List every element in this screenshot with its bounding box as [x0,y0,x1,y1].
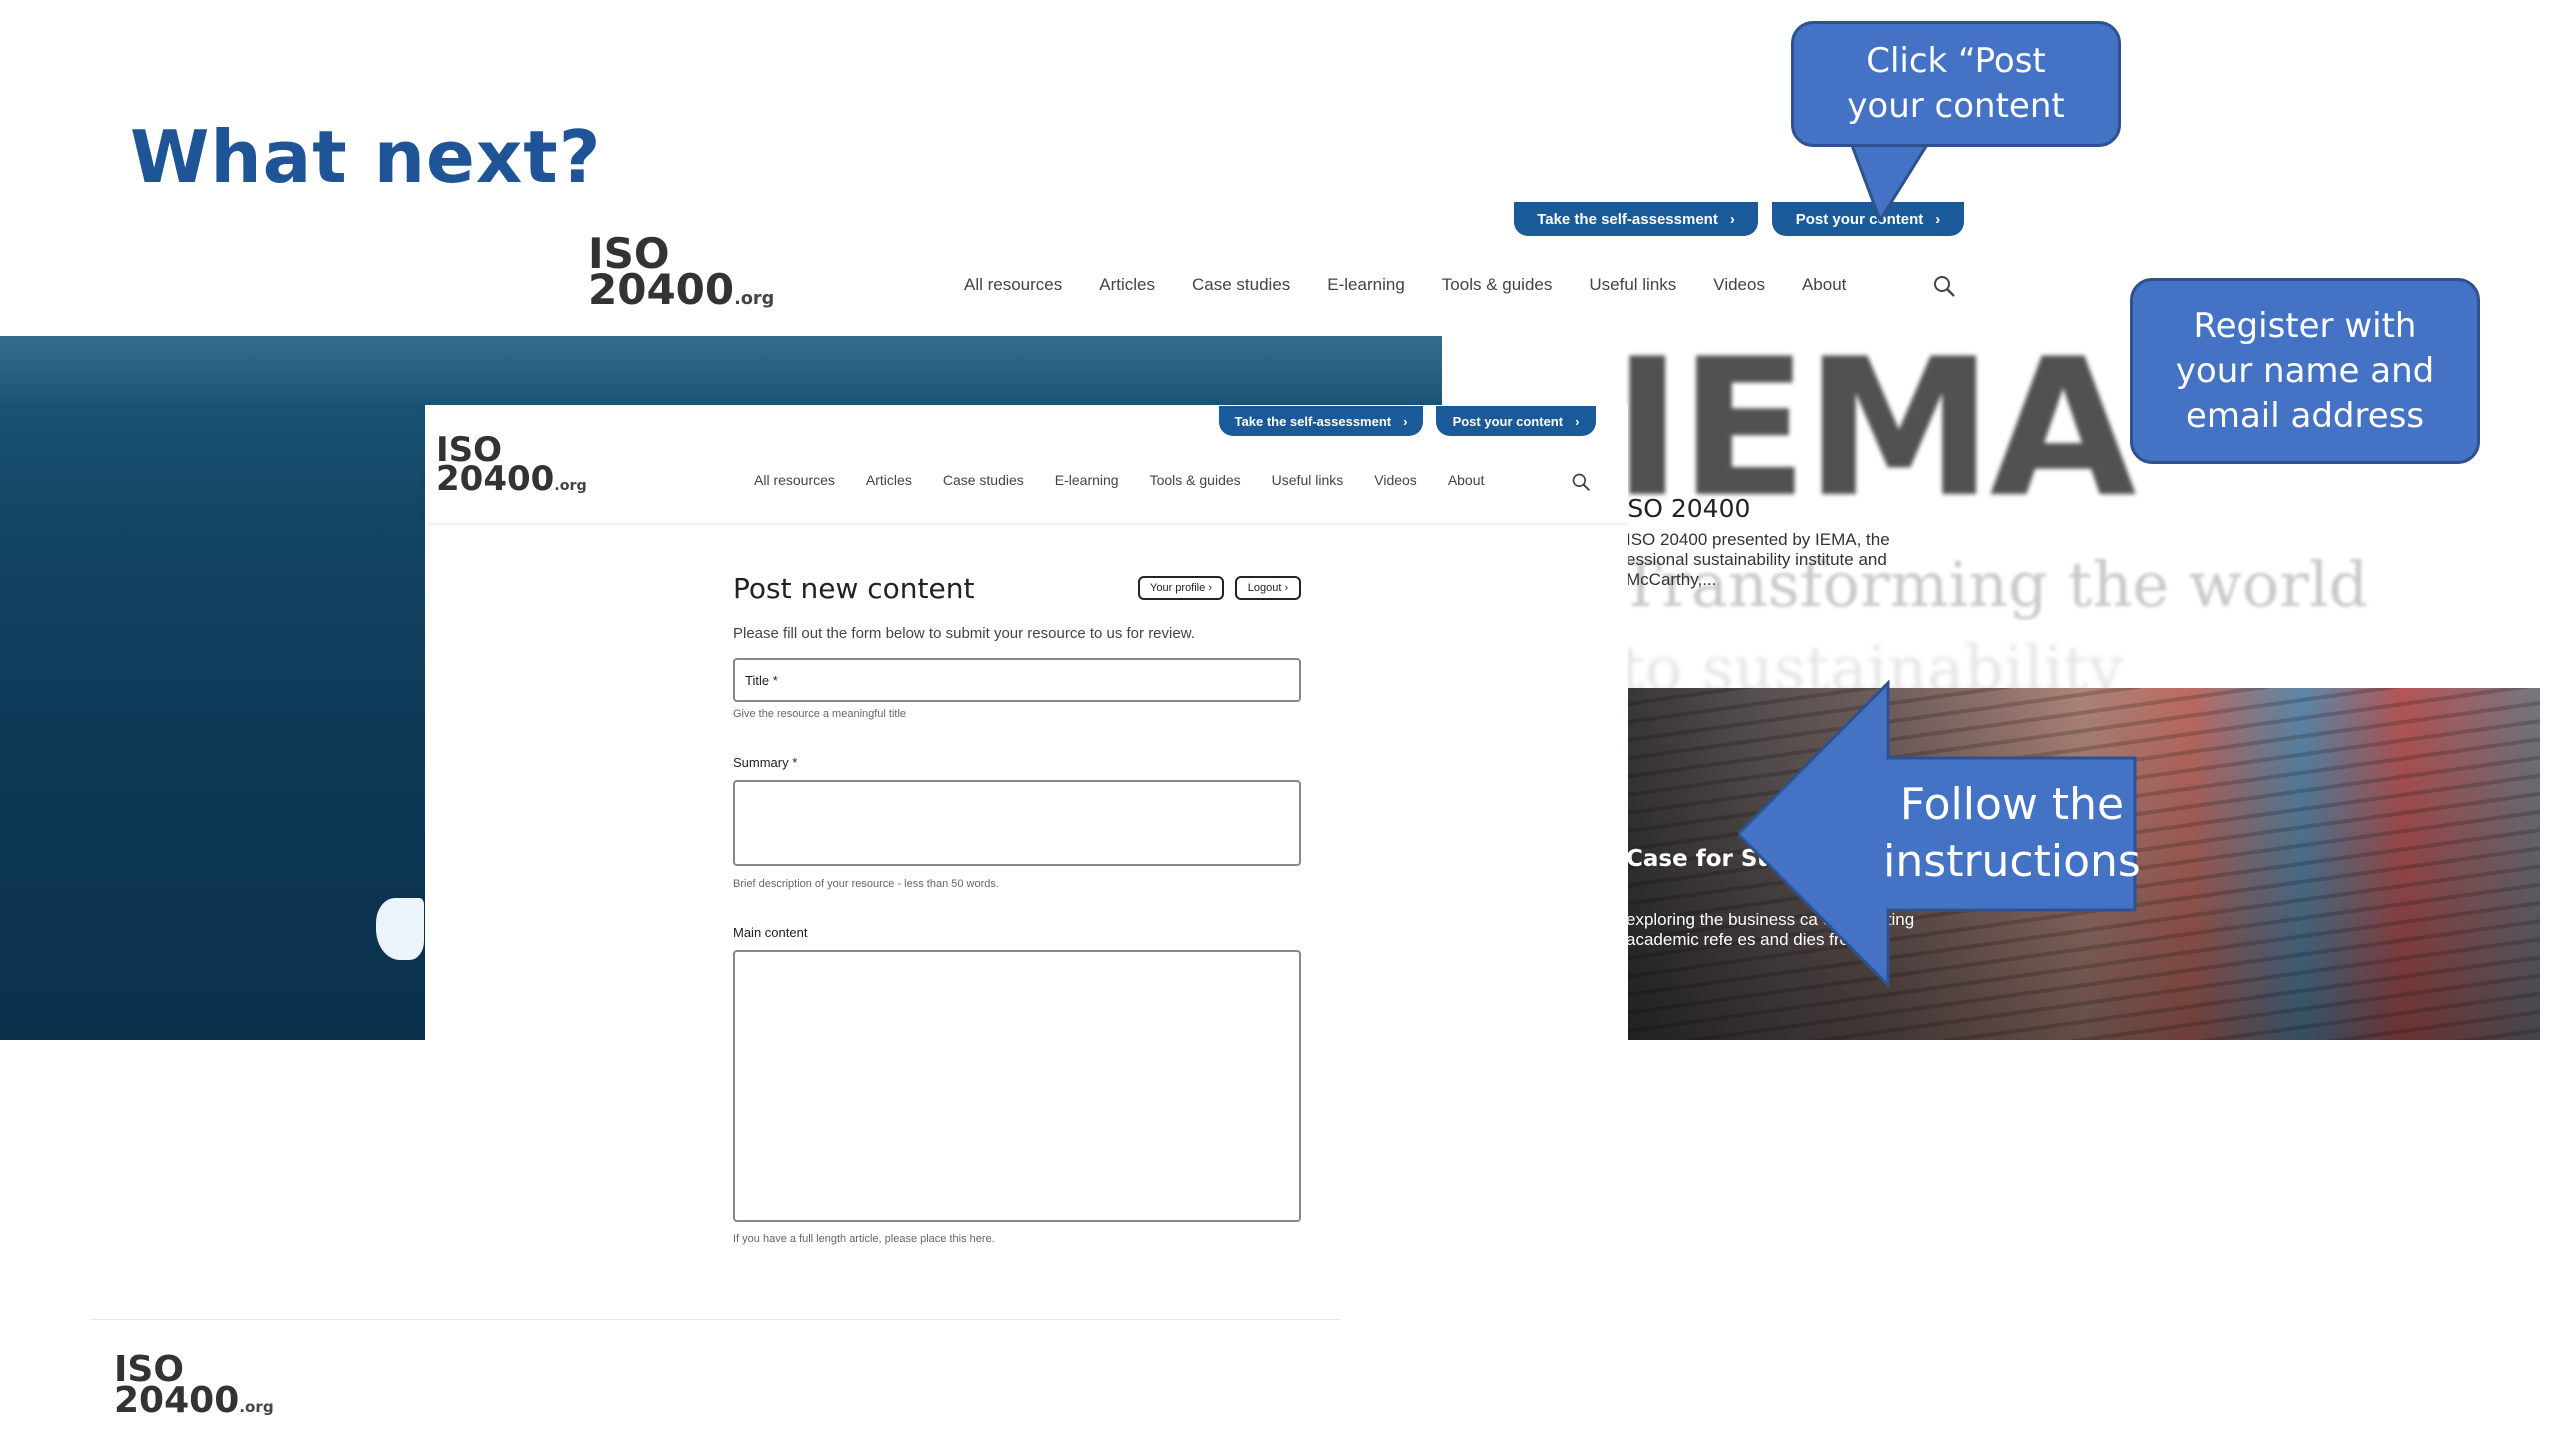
your-profile-button[interactable]: Your profile › [1138,576,1224,600]
nav-e-learning[interactable]: E-learning [1327,275,1405,295]
form-search-icon[interactable] [1571,472,1591,492]
callout-follow-text: Follow the instructions [1883,779,2141,887]
title-placeholder: Title * [745,672,778,688]
article-title[interactable]: ISO 20400 [1620,494,1750,523]
form-nav-e-learning[interactable]: E-learning [1055,472,1119,488]
self-assessment-button[interactable]: Take the self-assessment › [1514,202,1758,236]
summary-label: Summary * [733,755,798,770]
nav-tools-guides[interactable]: Tools & guides [1442,275,1553,295]
footer-logo[interactable]: ISO 20400.org [114,1352,274,1418]
hero-image-texture [0,336,1442,406]
form-heading: Post new content [733,572,975,605]
callout-pointer [1848,140,1932,222]
form-nav-useful-links[interactable]: Useful links [1272,472,1344,488]
form-nav-about[interactable]: About [1448,472,1485,488]
form-site-logo[interactable]: ISO 20400.org [436,433,587,496]
form-nav-articles[interactable]: Articles [866,472,912,488]
form-intro: Please fill out the form below to submit… [733,625,1195,642]
nav-case-studies[interactable]: Case studies [1192,275,1290,295]
iceberg [376,898,424,960]
search-icon[interactable] [1932,274,1956,298]
main-content-textarea[interactable] [733,950,1301,1222]
nav-all-resources[interactable]: All resources [964,275,1062,295]
form-nav-tools-guides[interactable]: Tools & guides [1150,472,1241,488]
form-main-nav: All resources Articles Case studies E-le… [754,472,1484,488]
nav-about[interactable]: About [1802,275,1846,295]
article-description: ISO 20400 presented by IEMA, the essiona… [1626,530,1890,589]
nav-useful-links[interactable]: Useful links [1589,275,1676,295]
summary-textarea[interactable] [733,780,1301,866]
nav-videos[interactable]: Videos [1713,275,1765,295]
title-input[interactable]: Title * [733,658,1301,702]
footer-divider [90,1319,1340,1320]
form-nav-case-studies[interactable]: Case studies [943,472,1024,488]
title-hint: Give the resource a meaningful title [733,708,907,720]
main-content-label: Main content [733,925,808,940]
main-nav: All resources Articles Case studies E-le… [964,275,1846,295]
callout-register: Register with your name and email addres… [2130,278,2480,464]
form-nav-videos[interactable]: Videos [1374,472,1417,488]
site-logo[interactable]: ISO 20400.org [588,233,774,311]
summary-hint: Brief description of your resource - les… [733,878,999,890]
slide-title: What next? [130,115,602,199]
logout-button[interactable]: Logout › [1235,576,1301,600]
nav-articles[interactable]: Articles [1099,275,1155,295]
form-self-assessment-button[interactable]: Take the self-assessment › [1219,406,1423,436]
form-nav-all-resources[interactable]: All resources [754,472,835,488]
form-post-content-button[interactable]: Post your content › [1436,406,1596,436]
callout-post-content: Click “Post your content [1791,21,2121,147]
main-content-hint: If you have a full length article, pleas… [733,1233,995,1245]
